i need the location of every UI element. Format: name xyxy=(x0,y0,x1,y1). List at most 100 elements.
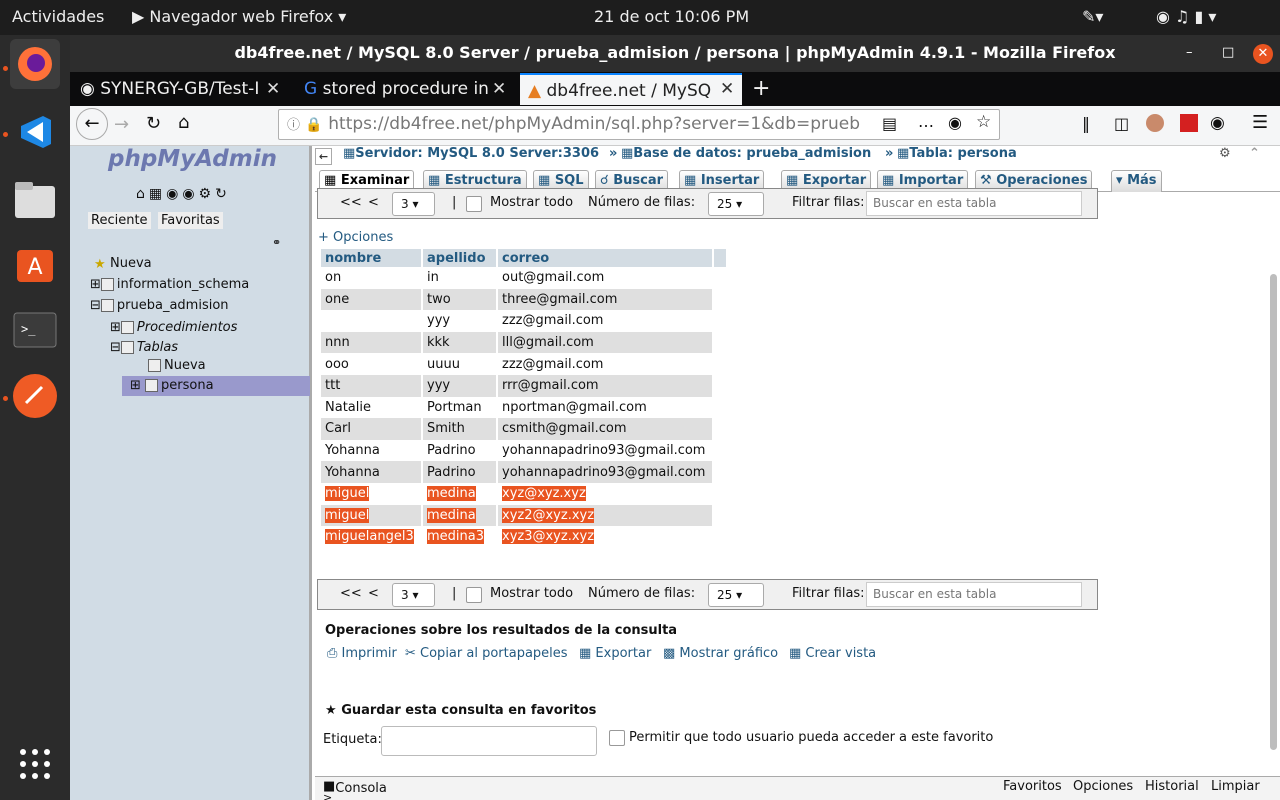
table-cell[interactable] xyxy=(321,310,421,332)
show-all-checkbox[interactable] xyxy=(466,587,482,603)
table-cell[interactable]: medina3 xyxy=(423,526,496,548)
tab-close-icon[interactable]: ✕ xyxy=(720,73,734,105)
table-cell[interactable]: uuuu xyxy=(423,353,496,375)
tree-table-persona[interactable]: ⊞ persona xyxy=(122,376,310,396)
filter-input[interactable]: Buscar en esta tabla xyxy=(866,582,1082,607)
table-row[interactable]: ooo uuuu zzz@gmail.com xyxy=(321,353,726,375)
table-cell[interactable]: on xyxy=(321,267,421,289)
table-cell[interactable]: xyz3@xyz.xyz xyxy=(498,526,712,548)
table-cell[interactable]: yohannapadrino93@gmail.com xyxy=(498,439,712,462)
home-icon[interactable]: ⌂ xyxy=(178,112,189,133)
table-row[interactable]: on in out@gmail.com xyxy=(321,267,726,289)
table-row[interactable]: Yohanna Padrino yohannapadrino93@gmail.com xyxy=(321,461,726,483)
clock[interactable]: 21 de oct 10:06 PM xyxy=(594,7,749,26)
table-row[interactable]: miguel medina xyz2@xyz.xyz xyxy=(321,504,726,527)
tab-close-icon[interactable]: ✕ xyxy=(266,73,280,105)
table-cell[interactable]: out@gmail.com xyxy=(498,267,712,289)
recent-button[interactable]: Reciente xyxy=(88,212,151,229)
pma-logo[interactable]: phpMyAdmin xyxy=(108,146,277,172)
print-link[interactable]: ⎙ Imprimir xyxy=(327,646,397,661)
console-history-link[interactable]: Historial xyxy=(1145,779,1199,794)
collapse-sidebar-icon[interactable]: ← xyxy=(315,148,332,165)
table-cell[interactable]: miguel xyxy=(321,504,421,527)
crumb-server[interactable]: ▦Servidor: MySQL 8.0 Server:3306 xyxy=(343,146,599,162)
table-cell[interactable]: yohannapadrino93@gmail.com xyxy=(498,461,712,483)
show-all-checkbox[interactable] xyxy=(466,196,482,212)
table-cell[interactable]: medina xyxy=(423,504,496,527)
table-row[interactable]: one two three@gmail.com xyxy=(321,288,726,311)
files-icon[interactable] xyxy=(10,175,60,225)
prev-page-button[interactable]: < xyxy=(368,195,379,210)
terminal-icon[interactable]: >_ xyxy=(10,305,60,355)
table-cell[interactable]: lll@gmail.com xyxy=(498,331,712,354)
first-page-button[interactable]: << xyxy=(340,195,362,210)
minimize-icon[interactable]: – xyxy=(1186,35,1193,71)
tab-phpmyadmin[interactable]: ▲ db4free.net / MySQ xyxy=(520,73,742,105)
table-row[interactable]: ttt yyy rrr@gmail.com xyxy=(321,374,726,397)
table-cell[interactable]: one xyxy=(321,288,421,311)
back-icon[interactable]: ← xyxy=(76,108,108,140)
system-status-icons[interactable]: ◉ ♫ ▮ ▾ xyxy=(1156,7,1216,26)
table-cell[interactable]: medina xyxy=(423,482,496,505)
new-tab-icon[interactable]: + xyxy=(752,73,770,105)
table-cell[interactable]: Carl xyxy=(321,418,421,440)
table-cell[interactable]: ooo xyxy=(321,353,421,375)
favorites-button[interactable]: Favoritas xyxy=(158,212,223,229)
settings-icon[interactable]: ⚙ xyxy=(1219,146,1231,162)
table-row[interactable]: miguel medina xyz@xyz.xyz xyxy=(321,482,726,505)
library-icon[interactable]: ‖ xyxy=(1082,114,1090,133)
shield-icon[interactable]: ◉ xyxy=(1210,113,1225,133)
table-row[interactable]: nnn kkk lll@gmail.com xyxy=(321,331,726,354)
software-icon[interactable]: A xyxy=(10,239,60,289)
table-cell[interactable]: kkk xyxy=(423,331,496,354)
app-menu[interactable]: ▶ Navegador web Firefox ▾ xyxy=(132,7,346,26)
table-cell[interactable]: csmith@gmail.com xyxy=(498,418,712,440)
reader-icon[interactable]: ▤ xyxy=(882,114,897,133)
table-cell[interactable]: three@gmail.com xyxy=(498,288,712,311)
page-select[interactable]: 3 ▾ xyxy=(392,192,435,216)
table-cell[interactable]: xyz@xyz.xyz xyxy=(498,482,712,505)
table-row[interactable]: yyy zzz@gmail.com xyxy=(321,310,726,332)
first-page-button[interactable]: << xyxy=(340,586,362,601)
table-row[interactable]: Natalie Portman nportman@gmail.com xyxy=(321,396,726,419)
console-options-link[interactable]: Opciones xyxy=(1073,779,1133,794)
table-cell[interactable]: miguel xyxy=(321,482,421,505)
crumb-table[interactable]: ▦Tabla: persona xyxy=(897,146,1017,162)
table-cell[interactable]: Smith xyxy=(423,418,496,440)
tree-new-db[interactable]: ★ Nueva xyxy=(94,256,152,272)
tab-more[interactable]: ▾ Más xyxy=(1111,170,1162,192)
account-icon[interactable] xyxy=(1146,114,1164,132)
table-cell[interactable]: nnn xyxy=(321,331,421,354)
link-icon[interactable]: ⚭ xyxy=(272,236,281,249)
table-cell[interactable]: Yohanna xyxy=(321,439,421,462)
table-cell[interactable]: zzz@gmail.com xyxy=(498,310,712,332)
create-view-link[interactable]: ▦ Crear vista xyxy=(789,646,876,661)
table-cell[interactable]: Portman xyxy=(423,396,496,419)
table-cell[interactable]: zzz@gmail.com xyxy=(498,353,712,375)
table-row[interactable]: miguelangel3 medina3 xyz3@xyz.xyz xyxy=(321,526,726,548)
sidebar-icon[interactable]: ◫ xyxy=(1114,114,1129,133)
tab-github[interactable]: ◉ SYNERGY-GB/Test-I xyxy=(76,73,294,105)
maximize-icon[interactable]: □ xyxy=(1222,35,1234,71)
tree-tables[interactable]: ⊟ Tablas xyxy=(110,340,178,355)
tree-prueba-admision[interactable]: ⊟ prueba_admision xyxy=(90,298,229,313)
bookmark-star-icon[interactable]: ☆ xyxy=(976,112,991,132)
table-cell[interactable]: two xyxy=(423,288,496,311)
activities-button[interactable]: Actividades xyxy=(12,7,104,26)
table-cell[interactable]: Padrino xyxy=(423,439,496,462)
accessibility-icon[interactable]: ✎▾ xyxy=(1082,7,1103,26)
prev-page-button[interactable]: < xyxy=(368,586,379,601)
table-row[interactable]: Yohanna Padrino yohannapadrino93@gmail.com xyxy=(321,439,726,462)
table-cell[interactable]: in xyxy=(423,267,496,289)
firefox-icon[interactable] xyxy=(10,39,60,89)
table-cell[interactable]: miguelangel3 xyxy=(321,526,421,548)
tab-google[interactable]: G stored procedure in xyxy=(300,73,512,105)
table-cell[interactable]: ttt xyxy=(321,374,421,397)
extension-icon[interactable] xyxy=(1180,114,1198,132)
table-cell[interactable]: rrr@gmail.com xyxy=(498,374,712,397)
table-cell[interactable]: nportman@gmail.com xyxy=(498,396,712,419)
public-bookmark-checkbox[interactable] xyxy=(609,730,625,746)
vscode-icon[interactable] xyxy=(10,107,60,157)
sidebar-quick-icons[interactable]: ⌂▦◉◉⚙↻ xyxy=(136,186,231,202)
bookmark-label-input[interactable] xyxy=(381,726,597,756)
